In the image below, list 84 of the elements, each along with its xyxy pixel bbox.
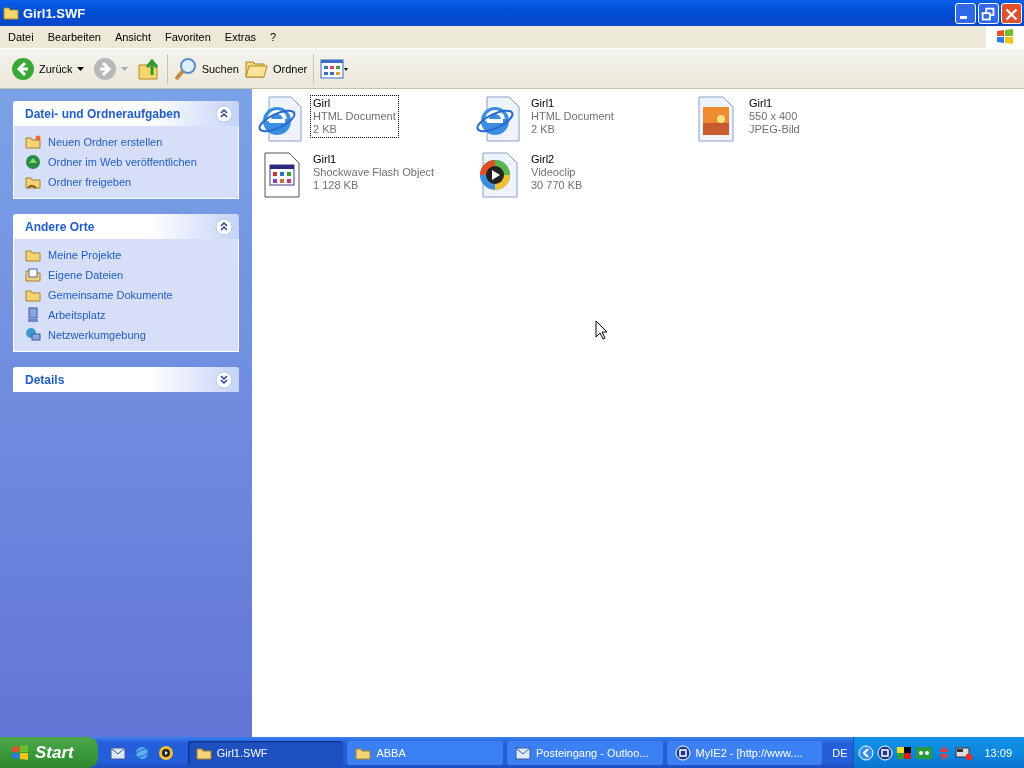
task-link[interactable]: Neuen Ordner erstellen: [48, 136, 163, 148]
clock: 13:09: [984, 746, 1012, 759]
search-button[interactable]: Suchen: [170, 54, 242, 83]
browser-document-icon[interactable]: [475, 95, 523, 143]
dropdown-caret-icon[interactable]: [76, 66, 84, 71]
start-button[interactable]: Start: [0, 737, 98, 768]
shared-folder-icon: [25, 174, 41, 190]
file-info: Shockwave Flash Object: [313, 166, 435, 179]
file-info: 1 128 KB: [313, 179, 360, 192]
network-icon: [25, 327, 41, 343]
language-indicator[interactable]: DE: [826, 746, 854, 759]
file-label[interactable]: Girl HTML Document 2 KB: [310, 95, 399, 138]
envelope-icon: [515, 744, 531, 761]
mouse-pointer-icon: [595, 320, 607, 340]
network-error-icon[interactable]: [955, 744, 974, 761]
file-info: 550 x 400: [749, 110, 799, 123]
windows-logo-icon: [10, 742, 30, 763]
file-info: 2 KB: [531, 123, 556, 136]
folders-button[interactable]: Ordner: [241, 54, 311, 83]
window-title: Girl1.SWF: [23, 5, 86, 21]
collapse-icon[interactable]: [215, 217, 233, 236]
computer-icon: [25, 307, 41, 323]
browser-tray-icon[interactable]: [877, 744, 894, 761]
folder-icon: [3, 5, 19, 21]
folder-up-icon: [136, 56, 161, 81]
file-label[interactable]: Girl1 HTML Document 2 KB: [528, 95, 617, 138]
menu-item[interactable]: Datei: [2, 31, 40, 43]
collapse-icon[interactable]: [215, 104, 233, 123]
minimize-button[interactable]: [955, 2, 976, 24]
task-link[interactable]: Netzwerkumgebung: [48, 329, 146, 341]
globe-icon: [25, 154, 41, 170]
email-icon[interactable]: [109, 744, 126, 761]
chevron-left-icon[interactable]: [858, 744, 875, 761]
taskbar-button[interactable]: MyIE2 - [http://www....: [666, 740, 823, 765]
folder-icon: [25, 287, 41, 303]
documents-folder-icon: [25, 267, 41, 283]
colored-squares-icon[interactable]: [896, 744, 913, 761]
file-info: JPEG-Bild: [749, 123, 800, 136]
browser-document-icon[interactable]: [257, 95, 305, 143]
menu-item[interactable]: Ansicht: [108, 31, 157, 43]
taskbar-button[interactable]: ABBA: [347, 740, 503, 765]
task-link[interactable]: Ordner im Web veröffentlichen: [48, 156, 197, 168]
panel-header[interactable]: Datei- und Ordneraufgaben: [13, 101, 239, 126]
close-button[interactable]: [1001, 2, 1022, 24]
panel-title: Andere Orte: [25, 219, 95, 234]
restore-button[interactable]: [978, 2, 999, 24]
panel-header[interactable]: Details: [13, 367, 239, 392]
file-info: Videoclip: [531, 166, 577, 179]
task-link[interactable]: Arbeitsplatz: [48, 309, 106, 321]
task-link[interactable]: Eigene Dateien: [48, 269, 124, 281]
file-name: Girl1: [531, 97, 556, 110]
new-folder-icon: [25, 134, 41, 150]
file-info: 2 KB: [313, 123, 338, 136]
back-button[interactable]: Zurück: [8, 54, 76, 83]
file-info: HTML Document: [531, 110, 614, 123]
task-link[interactable]: Ordner freigeben: [48, 176, 132, 188]
panel-title: Datei- und Ordneraufgaben: [25, 106, 181, 121]
task-link[interactable]: Gemeinsame Dokumente: [48, 289, 173, 301]
file-label[interactable]: Girl1 550 x 400 JPEG-Bild: [746, 95, 803, 138]
media-player-icon[interactable]: [157, 744, 174, 761]
panel-header[interactable]: Andere Orte: [13, 214, 239, 239]
menu-item[interactable]: Favoriten: [159, 31, 217, 43]
browser-icon: [674, 744, 691, 761]
file-info: 30 770 KB: [531, 179, 583, 192]
menu-item[interactable]: Extras: [218, 31, 263, 43]
search-icon: [173, 56, 198, 81]
file-label[interactable]: Girl2 Videoclip 30 770 KB: [528, 151, 586, 194]
panel-title: Details: [25, 372, 65, 387]
tape-icon[interactable]: [915, 744, 934, 761]
taskbar-button[interactable]: Girl1.SWF: [187, 740, 344, 765]
task-link[interactable]: Meine Projekte: [48, 249, 122, 261]
file-name: Girl1: [749, 97, 774, 110]
menu-item[interactable]: ?: [264, 31, 283, 43]
folder-icon: [25, 247, 41, 263]
menu-item[interactable]: Bearbeiten: [41, 31, 107, 43]
minimize-icon: [960, 15, 967, 19]
file-name: Girl1: [313, 153, 338, 166]
file-info: HTML Document: [313, 110, 396, 123]
taskbar-button[interactable]: Posteingang - Outloo...: [507, 740, 663, 765]
expand-icon[interactable]: [215, 370, 233, 389]
file-name: Girl2: [531, 153, 556, 166]
file-name: Girl: [313, 97, 332, 110]
file-label[interactable]: Girl1 Shockwave Flash Object 1 128 KB: [310, 151, 438, 194]
views-icon: [320, 58, 349, 79]
